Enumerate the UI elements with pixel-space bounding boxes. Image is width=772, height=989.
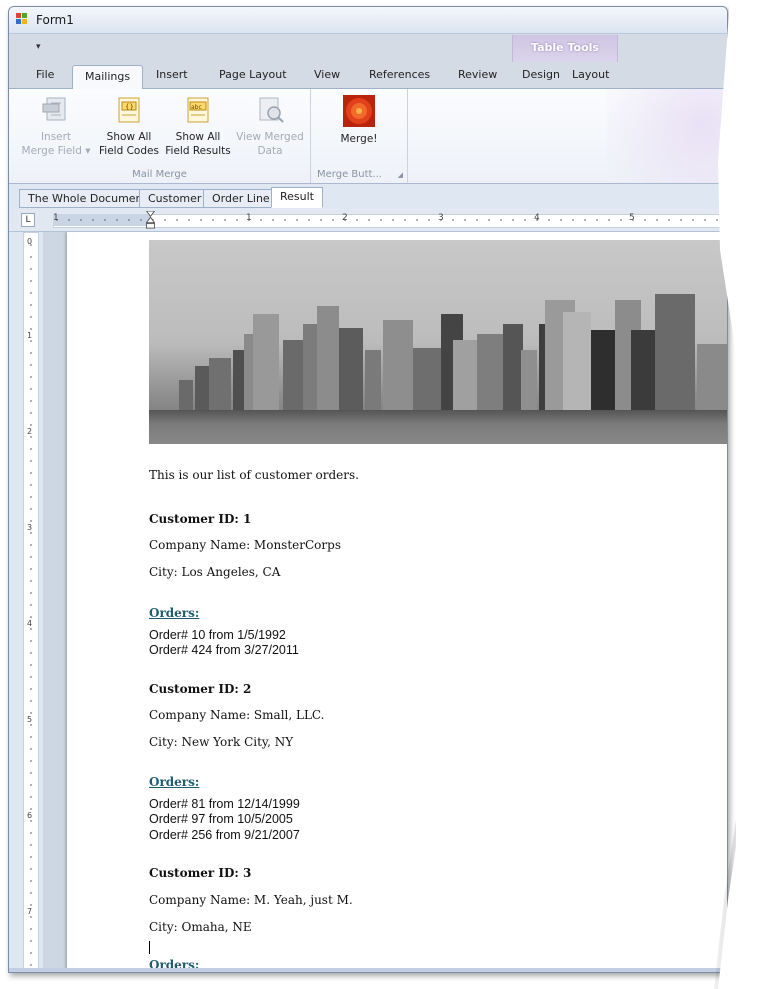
mail-merge-group-label: Mail Merge (132, 169, 187, 180)
ruler-number: 2 (27, 427, 33, 436)
text-cursor (149, 941, 150, 954)
horizontal-ruler[interactable]: L 1 1 2 3 4 5 (9, 209, 727, 232)
document-tabs: The Whole Document Customer Order Line R… (9, 184, 727, 208)
city-line: City: Los Angeles, CA (149, 565, 281, 579)
app-icon[interactable] (16, 13, 28, 25)
insert-merge-field-button[interactable]: Insert Merge Field ▾ (19, 95, 93, 158)
document-canvas[interactable]: This is our list of customer orders. Cus… (43, 232, 727, 968)
status-bar (9, 968, 727, 972)
quick-access-toolbar: ▾ (9, 34, 727, 62)
ruler-number: 6 (27, 811, 33, 820)
vertical-ruler-ticks (30, 244, 32, 966)
order-line: Order# 256 from 9/21/2007 (149, 828, 300, 842)
svg-text:{}: {} (125, 103, 134, 111)
orders-heading: Orders: (149, 775, 200, 789)
show-all-field-codes-button[interactable]: {} Show All Field Codes (97, 95, 161, 158)
ruler-number: 1 (246, 213, 252, 223)
ribbon-tab-strip: File Mailings Insert Page Layout View Re… (9, 62, 727, 89)
ruler-number: 4 (27, 619, 33, 628)
view-merged-data-button[interactable]: View Merged Data (235, 95, 305, 158)
document-page[interactable]: This is our list of customer orders. Cus… (67, 232, 727, 968)
field-codes-icon: {} (114, 95, 144, 125)
ruler-number: 4 (534, 213, 540, 223)
tab-references[interactable]: References (369, 68, 430, 81)
tab-review[interactable]: Review (458, 68, 497, 81)
tab-view[interactable]: View (314, 68, 340, 81)
city-line: City: New York City, NY (149, 735, 294, 749)
merge-button[interactable]: Merge! (337, 95, 381, 146)
view-merged-data-icon (255, 95, 285, 125)
order-line: Order# 424 from 3/27/2011 (149, 643, 299, 657)
order-line: Order# 97 from 10/5/2005 (149, 812, 293, 826)
merge-button-label: Merge! (340, 133, 378, 145)
window-title: Form1 (36, 13, 74, 27)
vertical-ruler[interactable]: 0 1 2 3 4 5 6 7 (23, 232, 39, 970)
customer-id-line: Customer ID: 3 (149, 866, 252, 880)
show-all-field-results-button[interactable]: abc Show All Field Results (163, 95, 233, 158)
tab-layout[interactable]: Layout (572, 68, 609, 81)
show-all-field-codes-label: Show All Field Codes (99, 131, 159, 157)
indent-marker-icon[interactable] (146, 211, 155, 229)
tab-whole-document[interactable]: The Whole Document (19, 189, 156, 208)
ruler-number: 7 (27, 907, 33, 916)
company-name-line: Company Name: MonsterCorps (149, 538, 341, 552)
title-bar: Form1 (9, 7, 727, 34)
ruler-number: 1 (53, 213, 59, 223)
customize-toolbar-dropdown-icon[interactable]: ▾ (36, 42, 41, 52)
orders-heading: Orders: (149, 606, 200, 620)
field-results-icon: abc (183, 95, 213, 125)
show-all-field-results-label: Show All Field Results (165, 131, 231, 157)
ribbon-background-decoration (607, 89, 727, 183)
ruler-number: 1 (27, 331, 33, 340)
merge-flower-icon (343, 95, 375, 127)
merge-buttons-group: Merge! Merge Butt... ◢ (311, 89, 408, 183)
orders-heading: Orders: (149, 958, 200, 968)
tab-mailings[interactable]: Mailings (72, 65, 144, 89)
tab-order-line[interactable]: Order Line (203, 189, 279, 208)
tab-file[interactable]: File (36, 68, 54, 81)
tab-page-layout[interactable]: Page Layout (219, 68, 287, 81)
ruler-number: 2 (342, 213, 348, 223)
ruler-number: 3 (438, 213, 444, 223)
ruler-number: 0 (27, 237, 33, 246)
order-line: Order# 81 from 12/14/1999 (149, 797, 300, 811)
tab-customer[interactable]: Customer (139, 189, 211, 208)
customer-id-line: Customer ID: 2 (149, 682, 252, 696)
insert-merge-field-label: Insert Merge Field ▾ (21, 131, 91, 157)
tab-design[interactable]: Design (522, 68, 560, 81)
city-skyline-image (149, 240, 727, 444)
ruler-number: 5 (629, 213, 635, 223)
app-window: Form1 ▾ Table Tools File Mailings Insert… (8, 6, 728, 973)
ribbon-panel: Insert Merge Field ▾ {} Show All Field C… (9, 89, 727, 184)
table-tools-label: Table Tools (531, 41, 599, 54)
view-merged-data-label: View Merged Data (236, 131, 304, 157)
customer-id-line: Customer ID: 1 (149, 512, 252, 526)
water (149, 410, 727, 444)
intro-text: This is our list of customer orders. (149, 468, 359, 482)
mail-merge-group: Insert Merge Field ▾ {} Show All Field C… (9, 89, 311, 183)
city-line: City: Omaha, NE (149, 920, 252, 934)
insert-merge-field-icon (41, 95, 71, 125)
company-name-line: Company Name: M. Yeah, just M. (149, 893, 353, 907)
svg-text:abc: abc (191, 104, 202, 111)
ruler-number: 5 (27, 715, 33, 724)
company-name-line: Company Name: Small, LLC. (149, 708, 325, 722)
dialog-launcher-icon[interactable]: ◢ (398, 171, 403, 179)
ruler-number: 3 (27, 523, 33, 532)
tab-result[interactable]: Result (271, 187, 323, 208)
tab-insert[interactable]: Insert (156, 68, 188, 81)
order-line: Order# 10 from 1/5/1992 (149, 628, 286, 642)
merge-buttons-group-label: Merge Butt... (317, 169, 382, 180)
tab-stop-selector[interactable]: L (21, 213, 35, 227)
